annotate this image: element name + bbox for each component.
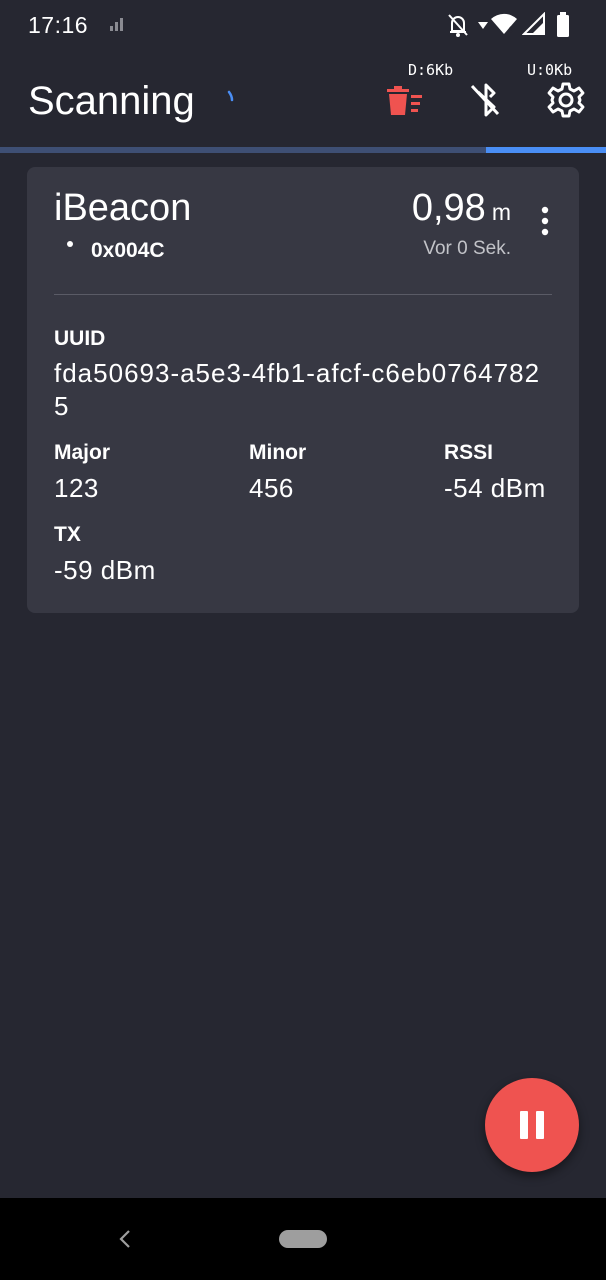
traffic-upload: U:0Kb [527, 61, 573, 79]
major-label: Major [54, 441, 111, 464]
divider [54, 294, 552, 295]
distance-unit: m [491, 199, 511, 225]
settings-button[interactable] [546, 80, 586, 120]
bluetooth-toggle-button[interactable] [466, 80, 506, 120]
clear-list-button[interactable] [384, 82, 424, 122]
traffic-download: D:6Kb [408, 61, 454, 79]
tx-label: TX [54, 523, 81, 546]
major-value: 123 [54, 473, 99, 503]
beacon-card[interactable]: iBeacon 0x004C 0,98 m Vor 0 Sek. UUID fda… [27, 167, 579, 613]
status-bar: 17:16 4 [0, 0, 606, 52]
minor-value: 456 [249, 473, 294, 503]
bullet-icon [67, 241, 73, 247]
pause-bar-left [520, 1111, 528, 1139]
svg-text:4: 4 [507, 26, 513, 36]
bluetooth-off-icon [470, 83, 500, 117]
more-options-button[interactable] [535, 205, 555, 237]
back-icon[interactable] [116, 1228, 134, 1255]
uuid-value: fda50693-a5e3-4fb1-afcf-c6eb07647825 [54, 358, 541, 421]
navigation-bar [0, 1198, 606, 1280]
beacon-type: iBeacon [54, 187, 192, 229]
page-title: Scanning [28, 79, 195, 123]
pause-scan-button[interactable] [485, 1078, 579, 1172]
rssi-label: RSSI [444, 441, 494, 464]
clear-list-icon [387, 86, 422, 115]
scanning-spinner-icon [224, 90, 240, 111]
distance: 0,98 m [412, 187, 511, 230]
scan-progress-indicator [486, 147, 606, 153]
gear-icon [547, 82, 585, 118]
more-vert-icon [541, 206, 549, 236]
company-id: 0x004C [91, 239, 165, 262]
home-pill-icon[interactable] [279, 1230, 327, 1248]
tx-value: -59 dBm [54, 555, 156, 585]
app-bar: Scanning D:6Kb U:0Kb [0, 52, 606, 148]
pause-bar-right [536, 1111, 544, 1139]
last-seen: Vor 0 Sek. [423, 238, 511, 259]
rssi-value: -54 dBm [444, 473, 546, 503]
signal-small-icon [108, 16, 126, 37]
distance-value: 0,98 [411, 187, 486, 229]
uuid-label: UUID [54, 327, 106, 350]
minor-label: Minor [249, 441, 307, 464]
status-time: 17:16 [28, 12, 89, 38]
